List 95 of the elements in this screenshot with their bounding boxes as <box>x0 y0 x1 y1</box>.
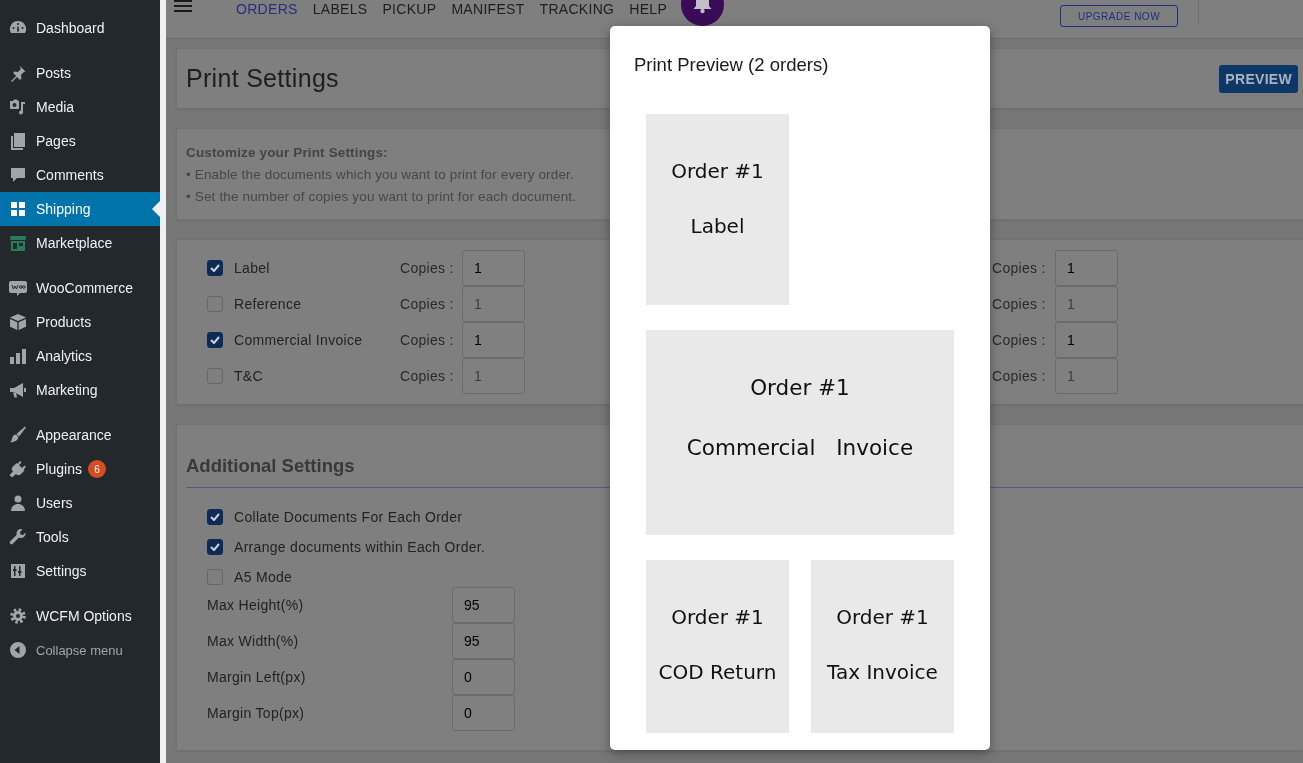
preview-button[interactable]: PREVIEW <box>1219 64 1298 93</box>
checkmark-icon <box>210 513 220 521</box>
checkbox[interactable] <box>207 569 223 585</box>
copies-label: Copies : <box>992 260 1047 276</box>
checkbox-label: Commercial Invoice <box>234 332 364 348</box>
camera-note-icon <box>8 97 28 117</box>
sidebar-item[interactable]: Shipping <box>0 192 160 226</box>
sliders-icon <box>8 561 28 581</box>
sidebar-item[interactable]: Users <box>0 486 160 520</box>
sidebar-item[interactable]: Dashboard <box>0 11 160 45</box>
checkbox[interactable] <box>207 260 223 276</box>
sidebar-item[interactable]: Comments <box>0 158 160 192</box>
nav-tab[interactable]: LABELS <box>312 0 368 18</box>
checkbox[interactable] <box>207 539 223 555</box>
field-label: Margin Top(px) <box>207 705 306 721</box>
checkbox-label: Label <box>234 260 271 276</box>
document-title: COD Return <box>658 659 777 685</box>
menu-icon[interactable] <box>174 0 192 12</box>
copies-label: Copies : <box>400 260 455 276</box>
update-count: 6 <box>87 460 106 478</box>
field-label: Max Height(%) <box>207 597 305 613</box>
sidebar-item[interactable]: Media <box>0 90 160 124</box>
cube-icon <box>8 312 28 332</box>
text-bubble-icon <box>8 278 28 298</box>
dialog-title: Print Preview (2 orders) <box>634 54 829 76</box>
copies-label: Copies : <box>992 368 1047 384</box>
document-title: Commercial Invoice <box>686 434 914 462</box>
info-text: • Enable the documents which you want to print for every order. <box>186 166 574 184</box>
person-icon <box>8 493 28 513</box>
sidebar-item[interactable]: Products <box>0 305 160 339</box>
nav-tab[interactable]: TRACKING <box>539 0 615 18</box>
gear-icon <box>8 606 28 626</box>
sidebar-item[interactable]: WCFM Options <box>0 599 160 633</box>
order-number: Order #1 <box>836 604 929 630</box>
nav-tab[interactable]: PICKUP <box>382 0 437 18</box>
page-title: Print Settings <box>186 64 339 93</box>
copies-label: Copies : <box>400 332 455 348</box>
number-field[interactable]: 0 <box>452 659 515 695</box>
checkbox-label: Collate Documents For Each Order <box>234 509 463 525</box>
upgrade-now-button[interactable]: UPGRADE NOW <box>1060 5 1178 27</box>
info-heading: Customize your Print Settings: <box>186 144 388 162</box>
wrench-icon <box>8 527 28 547</box>
bell-icon[interactable] <box>681 0 725 26</box>
grid-icon <box>8 199 28 219</box>
copies-field[interactable]: 1 <box>1055 250 1118 286</box>
number-field[interactable]: 0 <box>452 695 515 731</box>
collapse-menu-button[interactable]: Collapse menu <box>0 633 160 667</box>
copies-label: Copies : <box>992 332 1047 348</box>
megaphone-icon <box>8 380 28 400</box>
copies-label: Copies : <box>400 296 455 312</box>
order-number: Order #1 <box>671 158 764 184</box>
checkbox[interactable] <box>207 332 223 348</box>
plug-icon <box>8 459 28 479</box>
checkbox-label: Reference <box>234 296 303 312</box>
order-number: Order #1 <box>671 604 764 630</box>
storefront-icon <box>8 233 28 253</box>
speech-bubble-icon <box>8 165 28 185</box>
nav-tab[interactable]: HELP <box>629 0 668 18</box>
copies-field[interactable]: 1 <box>462 322 525 358</box>
copies-field[interactable]: 1 <box>1055 322 1118 358</box>
order-number: Order #1 <box>750 374 850 402</box>
sidebar-item[interactable]: Appearance <box>0 418 160 452</box>
checkmark-icon <box>210 336 220 344</box>
number-field[interactable]: 95 <box>452 587 515 623</box>
copies-field[interactable]: 1 <box>462 250 525 286</box>
number-field[interactable]: 95 <box>452 623 515 659</box>
document-title: Tax Invoice <box>827 659 938 685</box>
checkbox[interactable] <box>207 509 223 525</box>
sidebar-item[interactable]: Analytics <box>0 339 160 373</box>
checkbox-label: A5 Mode <box>234 569 293 585</box>
sidebar-item[interactable]: WooCommerce <box>0 271 160 305</box>
section-title: Additional Settings <box>186 454 355 478</box>
sidebar-item[interactable]: Marketplace <box>0 226 160 260</box>
bar-chart-icon <box>8 346 28 366</box>
copies-label: Copies : <box>400 368 455 384</box>
document-title: Label <box>690 213 745 239</box>
sidebar-item[interactable]: Plugins 6 <box>0 452 160 486</box>
stacked-pages-icon <box>8 131 28 151</box>
checkbox[interactable] <box>207 368 223 384</box>
sidebar-item[interactable]: Posts <box>0 56 160 90</box>
nav-tab[interactable]: MANIFEST <box>451 0 525 18</box>
field-label: Margin Left(px) <box>207 669 307 685</box>
paintbrush-icon <box>8 425 28 445</box>
sidebar-item[interactable]: Settings <box>0 554 160 588</box>
sidebar-item[interactable]: Tools <box>0 520 160 554</box>
checkmark-icon <box>210 264 220 272</box>
checkbox-label: Arrange documents within Each Order. <box>234 539 486 555</box>
field-label: Max Width(%) <box>207 633 300 649</box>
checkmark-icon <box>210 543 220 551</box>
checkbox[interactable] <box>207 296 223 312</box>
sidebar-item[interactable]: Marketing <box>0 373 160 407</box>
checkbox-label: T&C <box>234 368 264 384</box>
sidebar-item[interactable]: Pages <box>0 124 160 158</box>
copies-label: Copies : <box>992 296 1047 312</box>
nav-tab[interactable]: ORDERS <box>236 0 298 18</box>
